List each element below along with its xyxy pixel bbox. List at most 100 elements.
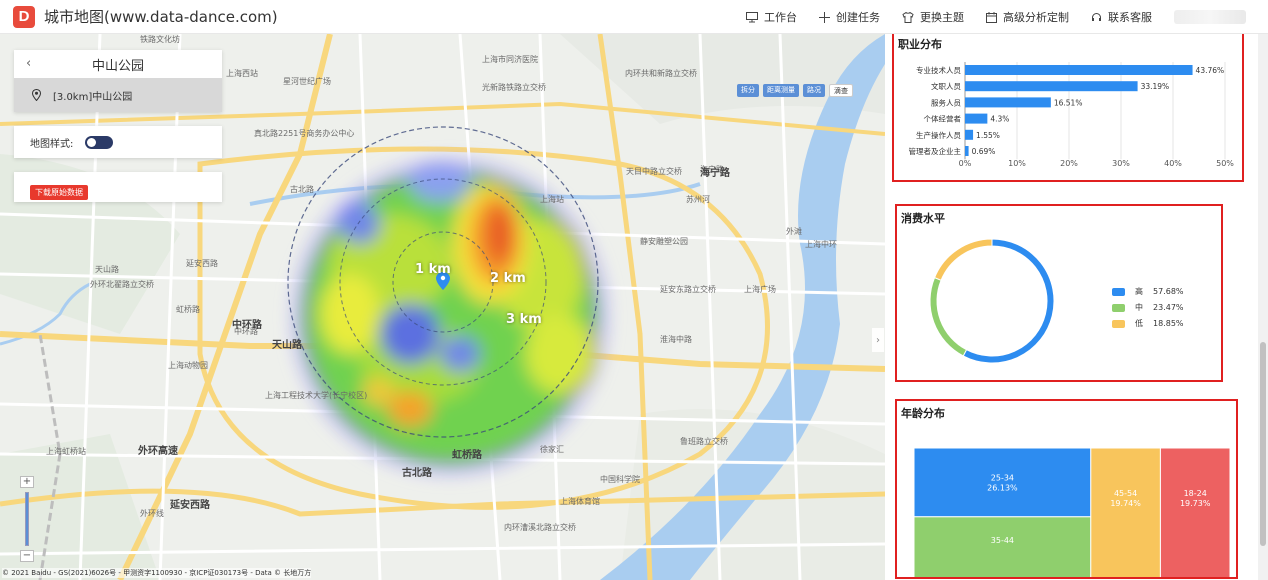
nav-workbench[interactable]: 工作台 [746, 9, 797, 25]
bar [965, 65, 1193, 75]
map-label: 古北路 [290, 185, 314, 194]
legend-value: 57.68% [1153, 287, 1184, 296]
map-label: 延安西路 [186, 259, 218, 268]
zoom-slider[interactable] [25, 492, 29, 546]
map-label: 内环漕溪北路立交桥 [504, 523, 576, 532]
map-label: 上海虹桥站 [46, 447, 86, 456]
map-label: 外滩 [786, 227, 802, 236]
map-label: 虹桥路 [176, 305, 200, 314]
map-label: 鲁班路立交桥 [680, 437, 728, 446]
y-category-label: 文职人员 [931, 81, 961, 91]
map-label: 星河世纪广场 [283, 77, 331, 86]
download-raw-data-button[interactable]: 下载原始数据 [30, 185, 88, 200]
ring-label-2km: 2 km [490, 271, 526, 286]
map-style-toggle[interactable] [85, 135, 114, 149]
age-card: 年龄分布 25-34 26.13% 35-44 45-54 19.74% 18-24 19.… [895, 399, 1238, 579]
ring-label-1km: 1 km [415, 262, 451, 277]
collapse-panel-button[interactable]: › [872, 328, 884, 352]
legend-swatch [1112, 303, 1125, 312]
map-label: 上海中环 [805, 240, 837, 249]
zoom-control: + − [20, 476, 34, 566]
consumption-card: 消费水平 高 57.68% 中 23.47% 低 18.85% [895, 204, 1223, 382]
map-canvas[interactable]: 铁路文化坊 上海市同济医院 内环共和新路立交桥 光新路铁路立交桥 上海西站 星河… [0, 34, 885, 580]
occupation-card: 职业分布 0% 10% 20% 30% 40% 50% 专业技术人员 43.76% 文职人员 33… [892, 34, 1244, 182]
map-label: 静安雕塑公园 [640, 237, 688, 246]
map-style-panel: 地图样式: [14, 126, 222, 158]
legend-item[interactable]: 高 57.68% [1112, 286, 1184, 297]
app-title: 城市地图(www.data-dance.com) [44, 8, 278, 26]
legend-item[interactable]: 低 18.85% [1112, 318, 1184, 329]
zoom-in-button[interactable]: + [20, 476, 34, 488]
search-result-item[interactable]: [3.0km]中山公园 [14, 78, 222, 112]
map-label: 上海西站 [226, 69, 258, 78]
panel-scrollbar[interactable] [1258, 34, 1268, 580]
legend-label: 中 [1135, 303, 1143, 312]
y-category-label: 个体经营者 [924, 114, 962, 124]
y-category-label: 生产操作人员 [916, 130, 961, 140]
map-label: 天山路 [95, 265, 119, 274]
occupation-bar-chart: 0% 10% 20% 30% 40% 50% 专业技术人员 43.76% 文职人员 33.19% 服… [909, 62, 1234, 168]
nav-create-task-label: 创建任务 [836, 11, 880, 24]
road-label: 外环高速 [138, 446, 178, 457]
top-nav: 工作台 创建任务 更换主题 高级分析定制 联系客服 [746, 0, 1268, 34]
scrollbar-thumb[interactable] [1260, 342, 1266, 546]
nav-change-theme-label: 更换主题 [920, 11, 964, 24]
nav-contact-support-label: 联系客服 [1108, 11, 1152, 24]
x-tick-label: 10% [1008, 159, 1026, 168]
tool-search[interactable]: 滴查 [829, 84, 853, 97]
treemap-value-label: 26.13% [987, 483, 1018, 492]
tool-split[interactable]: 拆分 [737, 84, 759, 97]
zoom-out-button[interactable]: − [20, 550, 34, 562]
nav-advanced-analysis[interactable]: 高级分析定制 [986, 9, 1069, 25]
map-label: 苏州河 [686, 195, 710, 204]
bar [965, 113, 988, 124]
bar-value-label: 33.19% [1141, 82, 1170, 91]
map-label: 上海广场 [744, 285, 776, 294]
legend-label: 低 [1135, 319, 1143, 328]
bar [965, 146, 969, 156]
road-label: 虹桥路 [452, 450, 482, 461]
map-label: 外环线 [140, 509, 164, 518]
map-label: 中国科学院 [600, 475, 640, 484]
treemap-cell [913, 516, 1092, 577]
bar-value-label: 16.51% [1054, 98, 1083, 107]
app-logo[interactable]: D [13, 5, 35, 28]
nav-create-task[interactable]: 创建任务 [819, 9, 880, 25]
search-panel: ‹ 中山公园 [3.0km]中山公园 [14, 50, 222, 112]
legend-item[interactable]: 中 23.47% [1112, 302, 1184, 313]
tool-traffic[interactable]: 路况 [803, 84, 825, 97]
treemap-category-label: 45-54 [1114, 489, 1137, 498]
nav-contact-support[interactable]: 联系客服 [1091, 9, 1152, 25]
bar [965, 129, 974, 140]
map-label: 真北路2251号商务办公中心 [254, 129, 355, 138]
nav-change-theme[interactable]: 更换主题 [902, 9, 964, 25]
legend-label: 高 [1135, 287, 1143, 296]
legend-swatch [1112, 319, 1125, 328]
bar [965, 81, 1138, 92]
ring-label-3km: 3 km [506, 312, 542, 327]
map-label: 上海工程技术大学(长宁校区) [265, 391, 368, 400]
user-avatar[interactable] [1174, 10, 1246, 24]
age-treemap: 25-3426.13% 35-44 45-5419.74% 18-2419.73% [913, 447, 1231, 577]
map-label: 延安东路立交桥 [660, 285, 716, 294]
chevron-left-icon[interactable]: ‹ [26, 56, 31, 71]
tool-distance[interactable]: 距离测量 [763, 84, 799, 97]
toggle-knob [87, 137, 97, 147]
road-label: 天山路 [272, 340, 302, 351]
map-label: 外环北翟路立交桥 [90, 280, 154, 289]
x-tick-label: 40% [1164, 159, 1182, 168]
calendar-icon [986, 11, 997, 23]
donut-slice [962, 238, 1055, 364]
treemap-category-label: 18-24 [1184, 489, 1207, 498]
legend-value: 18.85% [1153, 319, 1184, 328]
x-tick-label: 50% [1216, 159, 1234, 168]
search-panel-header: ‹ 中山公园 [14, 50, 222, 78]
x-tick-label: 20% [1060, 159, 1078, 168]
map-label: 铁路文化坊 [140, 35, 180, 44]
map-style-label: 地图样式: [30, 138, 74, 150]
bar-value-label: 4.3% [990, 115, 1009, 124]
map-label: 上海体育馆 [560, 497, 600, 506]
treemap-value-label: 19.74% [1110, 499, 1141, 508]
top-bar: D 城市地图(www.data-dance.com) 工作台 创建任务 更换主题… [0, 0, 1268, 34]
plus-icon [819, 11, 830, 23]
